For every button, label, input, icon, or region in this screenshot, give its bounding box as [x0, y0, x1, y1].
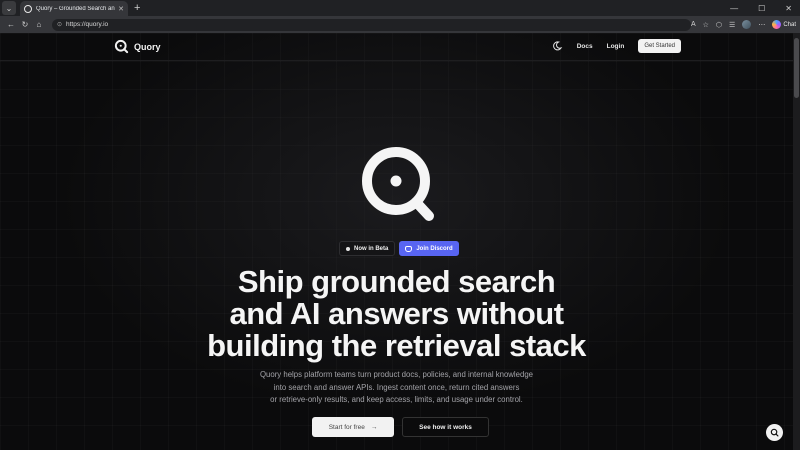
quory-hero-logo-icon — [362, 147, 434, 221]
maximize-icon[interactable]: ☐ — [758, 4, 765, 13]
brand-name: Quory — [134, 41, 161, 52]
favorites-icon[interactable]: ☰ — [729, 21, 735, 29]
copilot-chat-button[interactable]: Chat — [772, 20, 796, 29]
browser-toolbar: ← ↻ ⌂ ⊙ https://quory.io A ☆ ⬡ ☰ ⋯ Chat — [0, 16, 800, 33]
read-aloud-icon[interactable]: A — [691, 21, 696, 28]
headline-line: building the retrieval stack — [207, 328, 586, 363]
browser-tab[interactable]: Quory – Grounded Search and AI A ✕ — [20, 1, 128, 16]
headline-line: and AI answers without — [229, 296, 564, 331]
web-page: Quory Docs Login Get Started Now in Beta… — [0, 33, 793, 450]
more-options-icon[interactable]: ⋯ — [758, 21, 765, 29]
home-icon[interactable]: ⌂ — [32, 20, 46, 29]
favorite-star-icon[interactable]: ☆ — [703, 21, 709, 29]
moon-icon[interactable] — [551, 40, 563, 52]
quory-logo-icon — [114, 39, 129, 54]
subtext-line: Quory helps platform teams turn product … — [259, 370, 534, 379]
subtext-line: into search and answer APIs. Ingest cont… — [273, 382, 520, 392]
close-window-icon[interactable]: ✕ — [785, 4, 792, 13]
brand-link[interactable]: Quory — [114, 39, 161, 54]
tab-title: Quory – Grounded Search and AI A — [36, 5, 115, 12]
site-info-icon[interactable]: ⊙ — [57, 21, 62, 28]
browser-tab-bar: ⌄ Quory – Grounded Search and AI A ✕ + —… — [0, 0, 800, 16]
get-started-button[interactable]: Get Started — [638, 39, 681, 53]
search-widget-button[interactable] — [766, 424, 783, 441]
scrollbar-thumb[interactable] — [794, 38, 799, 98]
beta-badge: Now in Beta — [339, 241, 396, 256]
nav-link-docs[interactable]: Docs — [577, 43, 593, 50]
back-icon[interactable]: ← — [4, 20, 18, 29]
window-controls: — ☐ ✕ — [730, 4, 800, 13]
status-dot-icon — [346, 246, 350, 251]
start-free-label: Start for free — [328, 423, 365, 431]
extensions-icon[interactable]: ⬡ — [716, 21, 722, 29]
hero-badges: Now in Beta Join Discord — [339, 241, 459, 256]
beta-label: Now in Beta — [354, 245, 389, 252]
new-tab-icon[interactable]: + — [134, 2, 140, 14]
hero-cta-row: Start for free → See how it works — [312, 417, 489, 437]
see-how-button[interactable]: See how it works — [402, 417, 489, 437]
profile-avatar[interactable] — [742, 20, 752, 29]
close-tab-icon[interactable]: ✕ — [118, 5, 124, 13]
hero-headline: Ship grounded search and AI answers with… — [150, 266, 643, 362]
tab-list-icon[interactable]: ⌄ — [2, 1, 16, 15]
start-free-button[interactable]: Start for free → — [312, 417, 394, 437]
subtext-line: or retrieve-only results, and keep acces… — [270, 395, 523, 404]
nav-actions: Docs Login Get Started — [551, 39, 681, 53]
site-navbar: Quory Docs Login Get Started — [0, 33, 793, 61]
discord-icon — [405, 245, 413, 252]
search-icon — [770, 428, 779, 437]
address-url: https://quory.io — [65, 21, 109, 28]
hero-subtext: Quory helps platform teams turn product … — [236, 369, 557, 407]
join-discord-button[interactable]: Join Discord — [399, 241, 459, 256]
discord-label: Join Discord — [416, 245, 453, 252]
address-bar[interactable]: ⊙ https://quory.io — [51, 18, 691, 31]
reload-icon[interactable]: ↻ — [18, 20, 32, 29]
copilot-label: Chat — [783, 21, 797, 28]
headline-line: Ship grounded search — [237, 264, 556, 299]
copilot-icon — [772, 20, 782, 29]
nav-link-login[interactable]: Login — [607, 43, 625, 50]
minimize-icon[interactable]: — — [730, 4, 738, 13]
quory-favicon-icon — [24, 4, 32, 13]
arrow-right-icon: → — [370, 423, 378, 431]
